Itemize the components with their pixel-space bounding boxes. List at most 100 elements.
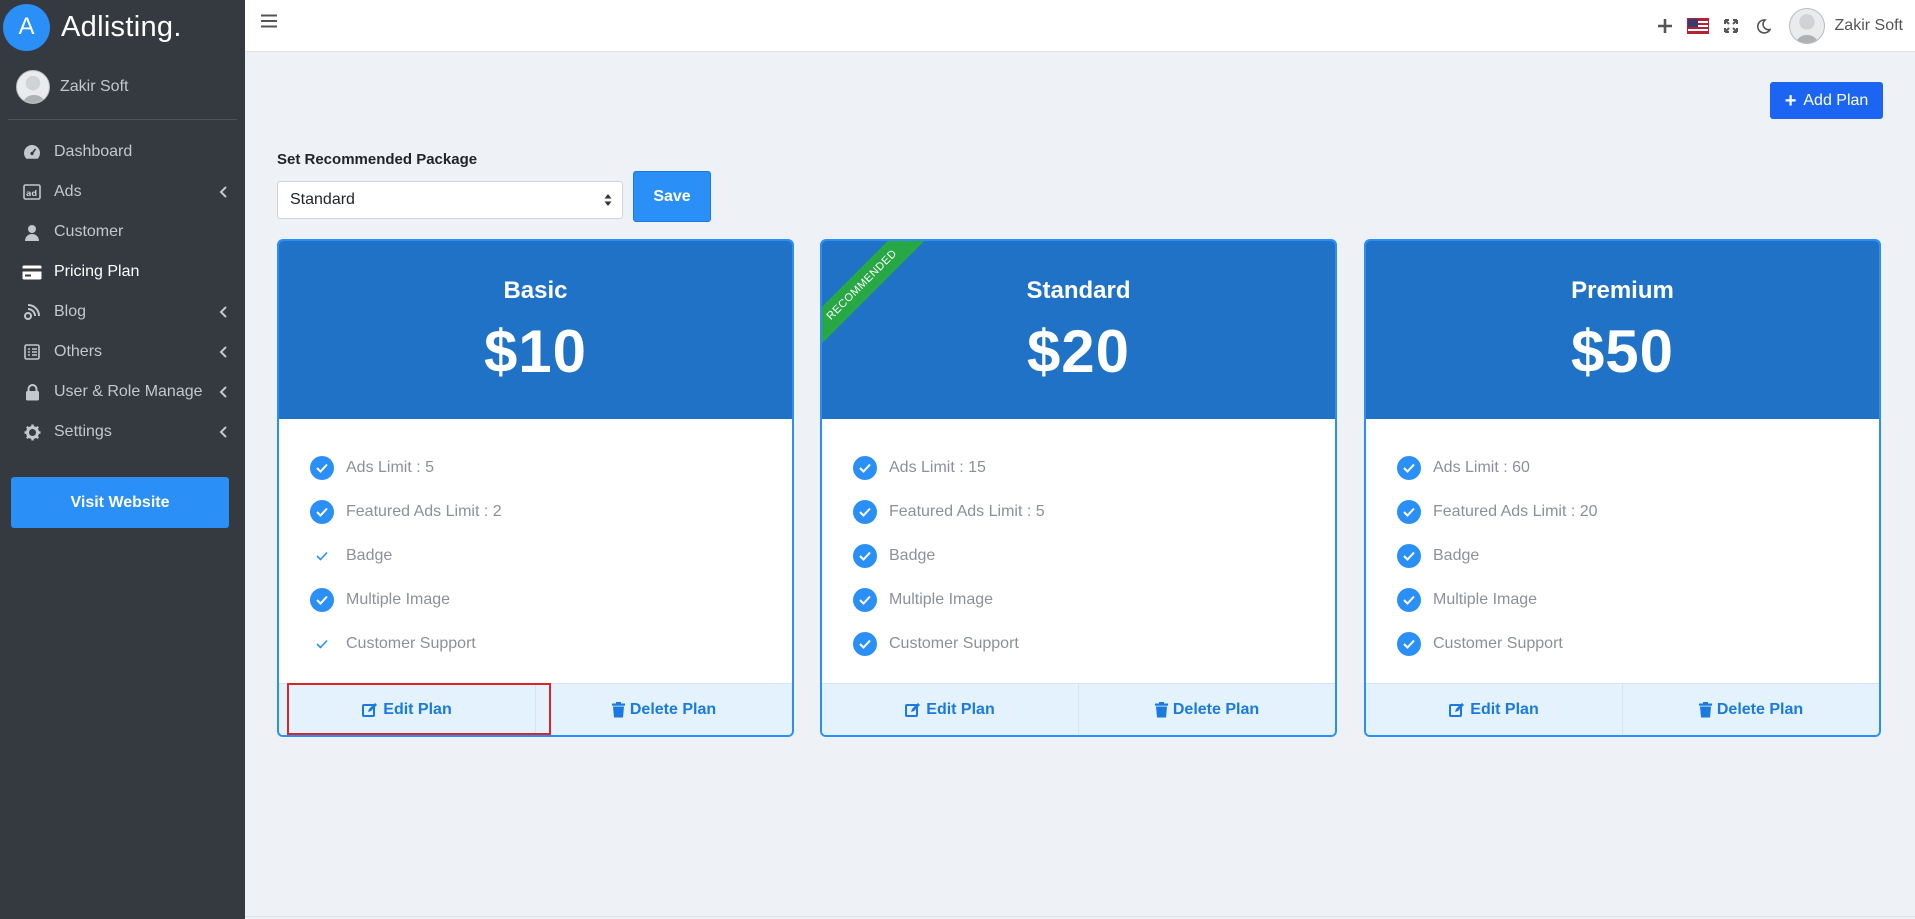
feature-item: Ads Limit : 60 (1397, 446, 1879, 490)
hamburger-icon[interactable] (261, 14, 277, 30)
plan-price: $20 (1026, 318, 1131, 385)
recommended-package-label: Set Recommended Package (277, 151, 478, 168)
check-icon (310, 544, 334, 568)
edit-plan-label: Edit Plan (1470, 700, 1539, 718)
feature-text: Ads Limit : 5 (346, 459, 435, 476)
credit-card-icon (22, 262, 42, 282)
check-icon (310, 500, 334, 524)
plan-name: Basic (503, 277, 568, 304)
feature-list: Ads Limit : 15 Featured Ads Limit : 5 Ba… (822, 419, 1335, 683)
feature-item: Ads Limit : 5 (310, 446, 792, 490)
plan-name: Premium (1571, 277, 1674, 304)
plan-card-header: RECOMMENDED Standard $20 (822, 241, 1335, 419)
fullscreen-icon[interactable] (1720, 15, 1742, 37)
feature-text: Multiple Image (1433, 591, 1538, 608)
feature-item: Ads Limit : 15 (853, 446, 1335, 490)
plus-icon: + (1784, 89, 1797, 112)
sidebar-item-customer[interactable]: Customer (0, 212, 245, 252)
sidebar-item-label: Pricing Plan (54, 263, 140, 280)
edit-plan-button[interactable]: Edit Plan (279, 684, 535, 735)
feature-text: Ads Limit : 60 (1433, 459, 1530, 476)
plan-price: $10 (483, 318, 588, 385)
chevron-left-icon (219, 185, 229, 199)
plan-card-header: Basic $10 (279, 241, 792, 419)
feature-text: Customer Support (889, 635, 1019, 652)
brand[interactable]: A Adlisting. (0, 0, 245, 54)
feature-item: Featured Ads Limit : 20 (1397, 490, 1879, 534)
svg-text:ad: ad (26, 189, 37, 198)
feature-item: Featured Ads Limit : 2 (310, 490, 792, 534)
plan-card-premium: Premium $50 Ads Limit : 60 Featured Ads … (1364, 239, 1881, 737)
recommended-package-select[interactable]: Standard (277, 181, 623, 219)
sidebar-item-ads[interactable]: ad Ads (0, 172, 245, 212)
feature-item: Badge (853, 534, 1335, 578)
check-icon (1397, 544, 1421, 568)
sidebar-nav: Dashboard ad Ads Customer Pricing Plan B… (0, 132, 245, 452)
brand-name: Adlisting. (61, 10, 182, 43)
sidebar-item-others[interactable]: Others (0, 332, 245, 372)
chevron-left-icon (219, 385, 229, 399)
edit-icon (1449, 703, 1465, 717)
plan-card-footer: Edit Plan Delete Plan (279, 683, 792, 735)
plan-card-standard: RECOMMENDED Standard $20 Ads Limit : 15 … (820, 239, 1337, 737)
sidebar-item-dashboard[interactable]: Dashboard (0, 132, 245, 172)
check-icon (1397, 588, 1421, 612)
delete-plan-button[interactable]: Delete Plan (1078, 684, 1335, 735)
dashboard-icon (22, 142, 42, 162)
feature-text: Ads Limit : 15 (889, 459, 986, 476)
sidebar-user-panel[interactable]: Zakir Soft (8, 54, 237, 120)
check-icon (1397, 632, 1421, 656)
check-icon (853, 544, 877, 568)
sidebar-item-user-role[interactable]: User & Role Manage (0, 372, 245, 412)
trash-icon (1698, 701, 1712, 717)
edit-plan-button[interactable]: Edit Plan (1366, 684, 1622, 735)
list-icon (22, 342, 42, 362)
plan-card-footer: Edit Plan Delete Plan (822, 683, 1335, 735)
save-button[interactable]: Save (633, 171, 711, 222)
plan-price: $50 (1570, 318, 1675, 385)
feature-text: Customer Support (346, 635, 476, 652)
sidebar-item-blog[interactable]: Blog (0, 292, 245, 332)
sidebar-item-settings[interactable]: Settings (0, 412, 245, 452)
feature-text: Badge (1433, 547, 1480, 564)
trash-icon (611, 701, 625, 717)
avatar (1788, 8, 1825, 44)
feature-list: Ads Limit : 60 Featured Ads Limit : 20 B… (1366, 419, 1879, 683)
add-plan-button[interactable]: + Add Plan (1770, 82, 1883, 119)
check-icon (853, 500, 877, 524)
ad-icon: ad (22, 182, 42, 202)
avatar (16, 69, 50, 104)
check-icon (853, 588, 877, 612)
footer-divider (245, 916, 1915, 917)
check-icon (853, 456, 877, 480)
check-icon (310, 632, 334, 656)
delete-plan-label: Delete Plan (1716, 700, 1804, 718)
sidebar-item-label: User & Role Manage (54, 383, 203, 400)
topbar-user[interactable]: Zakir Soft (1788, 8, 1903, 44)
visit-website-button[interactable]: Visit Website (11, 477, 229, 528)
delete-plan-button[interactable]: Delete Plan (1622, 684, 1879, 735)
feature-text: Badge (889, 547, 936, 564)
chevron-left-icon (219, 305, 229, 319)
sidebar-item-label: Ads (54, 183, 82, 200)
sidebar-item-label: Others (54, 343, 103, 360)
feature-item: Badge (310, 534, 792, 578)
sidebar-item-label: Blog (54, 303, 87, 320)
edit-icon (362, 703, 378, 717)
edit-plan-button[interactable]: Edit Plan (822, 684, 1078, 735)
sidebar-item-label: Customer (54, 223, 124, 240)
moon-icon[interactable] (1753, 15, 1775, 37)
us-flag-icon[interactable] (1686, 15, 1709, 37)
feature-item: Featured Ads Limit : 5 (853, 490, 1335, 534)
topbar-actions: Zakir Soft (1643, 0, 1903, 52)
plus-icon[interactable] (1654, 15, 1676, 37)
sidebar-item-pricing-plan[interactable]: Pricing Plan (0, 252, 245, 292)
blog-icon (22, 302, 42, 322)
chevron-left-icon (219, 345, 229, 359)
topbar: Zakir Soft (245, 0, 1915, 52)
feature-text: Badge (346, 547, 393, 564)
delete-plan-button[interactable]: Delete Plan (535, 684, 792, 735)
select-caret-icon (604, 193, 612, 207)
user-icon (22, 222, 42, 242)
delete-plan-label: Delete Plan (1172, 700, 1260, 718)
